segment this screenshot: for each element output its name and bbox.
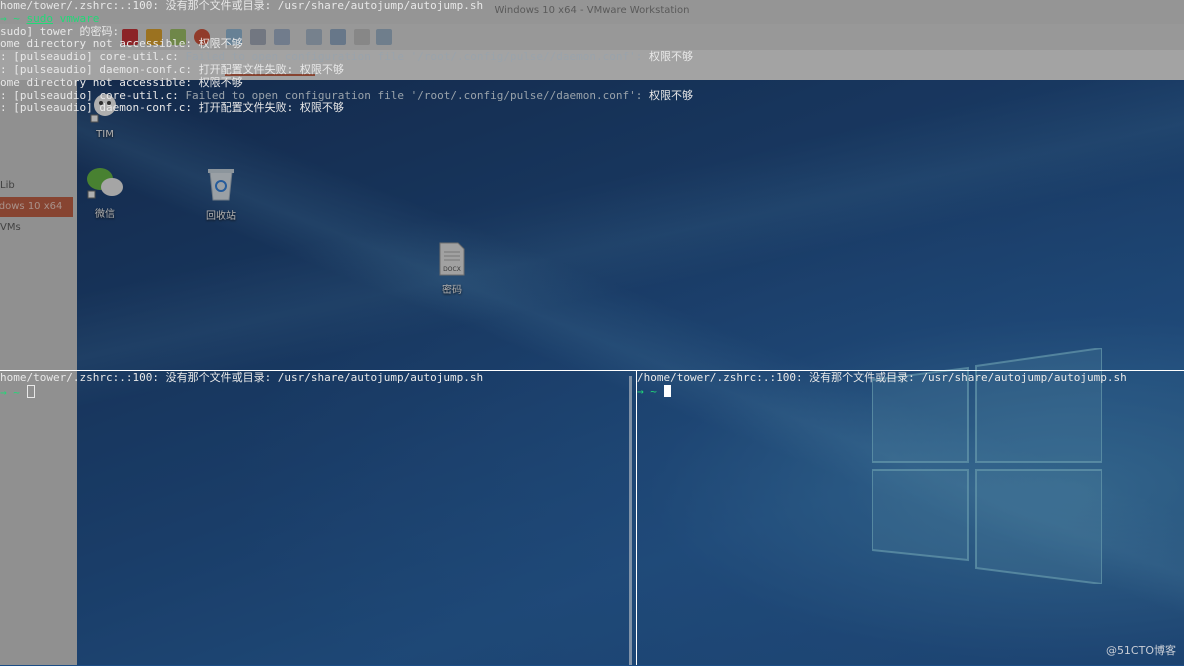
terminal-pane-top[interactable]: home/tower/.zshrc:.:100: 没有那个文件或目录: /usr…: [0, 0, 1184, 370]
log-source: : [pulseaudio] daemon-conf.c:: [0, 62, 199, 76]
terminal-line: /home/tower/.zshrc:.:100: 没有那个文件或目录: /us…: [637, 371, 1127, 384]
terminal-pane-bottom-left[interactable]: home/tower/.zshrc:.:100: 没有那个文件或目录: /usr…: [0, 371, 636, 666]
terminal-prompt-line: → ~: [637, 384, 1184, 399]
terminal-prompt-line: → ~: [0, 384, 636, 400]
prompt-arrow: → ~: [0, 11, 27, 25]
terminal-line: → ~ sudo vmware: [0, 11, 1184, 26]
terminal-cursor: [26, 384, 35, 398]
terminal-cursor: [663, 384, 671, 397]
log-error: 权限不够: [649, 50, 694, 64]
terminal-pane-bottom-right[interactable]: /home/tower/.zshrc:.:100: 没有那个文件或目录: /us…: [637, 371, 1184, 666]
log-source: : [pulseaudio] daemon-conf.c:: [0, 101, 199, 115]
command-args: vmware: [53, 11, 100, 25]
log-error: 打开配置文件失败: 权限不够: [198, 101, 344, 115]
log-message: Failed to open configuration file '/root…: [185, 50, 650, 64]
watermark: @51CTO博客: [1105, 644, 1176, 657]
prompt-arrow: → ~: [0, 385, 27, 399]
log-message: Failed to open configuration file '/root…: [185, 88, 650, 102]
log-error: 权限不够: [649, 88, 694, 102]
terminal-line: : [pulseaudio] daemon-conf.c: 打开配置文件失败: …: [0, 62, 1184, 77]
terminal-line: home/tower/.zshrc:.:100: 没有那个文件或目录: /usr…: [0, 371, 484, 384]
prompt-arrow: → ~: [637, 384, 664, 398]
terminal-line: : [pulseaudio] daemon-conf.c: 打开配置文件失败: …: [0, 101, 1184, 115]
log-error: 打开配置文件失败: 权限不够: [198, 62, 344, 76]
terminal-line: home/tower/.zshrc:.:100: 没有那个文件或目录: /usr…: [0, 0, 484, 12]
command-sudo: sudo: [26, 11, 54, 25]
log-source: : [pulseaudio] core-util.c:: [0, 50, 186, 64]
log-source: : [pulseaudio] core-util.c:: [0, 88, 186, 102]
